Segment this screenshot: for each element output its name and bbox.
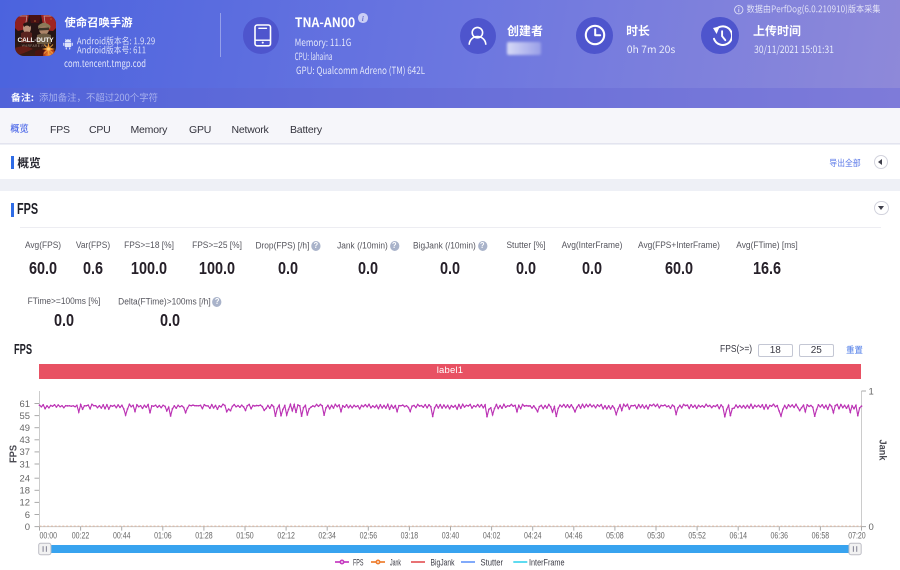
svg-text:00:00: 00:00 [40, 531, 58, 542]
svg-text:61: 61 [20, 399, 31, 410]
svg-text:31: 31 [20, 459, 31, 470]
svg-text:05:08: 05:08 [606, 531, 624, 542]
svg-text:04:46: 04:46 [565, 531, 583, 542]
svg-text:12: 12 [20, 498, 31, 509]
svg-text:05:30: 05:30 [647, 531, 665, 542]
svg-text:03:40: 03:40 [442, 531, 460, 542]
svg-text:01:06: 01:06 [154, 531, 172, 542]
svg-text:06:58: 06:58 [812, 531, 830, 542]
svg-text:0: 0 [25, 522, 30, 533]
svg-text:18: 18 [20, 486, 31, 497]
svg-text:03:18: 03:18 [401, 531, 419, 542]
svg-text:06:36: 06:36 [771, 531, 789, 542]
svg-text:Jank: Jank [390, 557, 401, 567]
svg-text:1: 1 [869, 386, 874, 397]
svg-text:02:12: 02:12 [277, 531, 295, 542]
svg-text:BigJank: BigJank [431, 557, 455, 567]
svg-text:FPS: FPS [9, 445, 20, 463]
svg-text:FPS: FPS [353, 557, 364, 567]
svg-text:37: 37 [20, 447, 31, 458]
svg-text:00:44: 00:44 [113, 531, 131, 542]
svg-text:00:22: 00:22 [72, 531, 90, 542]
svg-text:0: 0 [869, 522, 874, 533]
svg-text:07:20: 07:20 [848, 531, 866, 542]
svg-text:24: 24 [20, 474, 31, 485]
svg-text:05:52: 05:52 [688, 531, 706, 542]
svg-text:01:28: 01:28 [195, 531, 213, 542]
svg-text:Stutter: Stutter [481, 557, 504, 567]
svg-text:04:02: 04:02 [483, 531, 501, 542]
svg-text:43: 43 [20, 435, 31, 446]
svg-text:6: 6 [25, 510, 30, 521]
svg-text:02:56: 02:56 [360, 531, 378, 542]
svg-text:55: 55 [20, 411, 31, 422]
svg-text:01:50: 01:50 [236, 531, 254, 542]
svg-text:04:24: 04:24 [524, 531, 542, 542]
svg-text:06:14: 06:14 [730, 531, 748, 542]
svg-text:49: 49 [20, 423, 31, 434]
svg-text:InterFrame: InterFrame [529, 557, 565, 567]
svg-text:Jank: Jank [877, 440, 888, 461]
svg-text:02:34: 02:34 [318, 531, 336, 542]
